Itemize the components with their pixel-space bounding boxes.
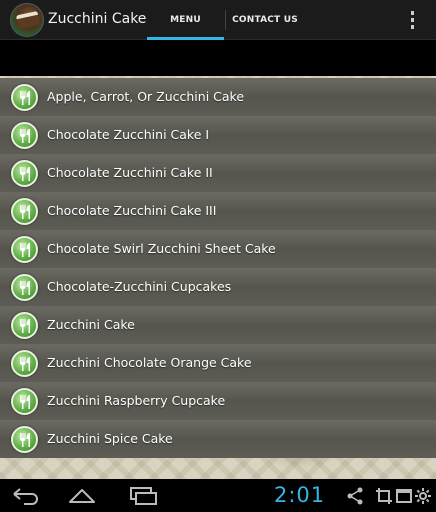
list-item[interactable]: Zucchini Cake: [0, 306, 436, 344]
list-item-label: Zucchini Cake: [47, 317, 135, 332]
list-item[interactable]: Chocolate Zucchini Cake II: [0, 154, 436, 192]
app-title: Zucchini Cake: [48, 11, 147, 27]
list-item[interactable]: Chocolate Zucchini Cake I: [0, 116, 436, 154]
tab-menu-label: MENU: [170, 15, 201, 25]
list-item[interactable]: Zucchini Spice Cake: [0, 420, 436, 458]
tab-contact-us[interactable]: CONTACT US: [226, 0, 304, 40]
overflow-menu-icon[interactable]: [404, 10, 420, 30]
fork-knife-icon: [11, 350, 38, 377]
recent-apps-icon[interactable]: [128, 486, 158, 506]
list-item[interactable]: Chocolate Swirl Zucchini Sheet Cake: [0, 230, 436, 268]
share-icon[interactable]: [346, 487, 364, 505]
status-clock: 2:01: [274, 483, 326, 507]
list-item[interactable]: Zucchini Raspberry Cupcake: [0, 382, 436, 420]
fork-knife-icon: [11, 426, 38, 453]
fork-knife-icon: [11, 274, 38, 301]
home-icon[interactable]: [67, 486, 97, 506]
window-icon[interactable]: [395, 487, 413, 505]
list-item-label: Zucchini Spice Cake: [47, 431, 173, 446]
tab-contact-us-label: CONTACT US: [232, 15, 298, 25]
action-bar: Zucchini Cake MENU CONTACT US: [0, 0, 436, 40]
list-item-label: Chocolate Swirl Zucchini Sheet Cake: [47, 241, 276, 256]
settings-icon[interactable]: [414, 487, 432, 505]
fork-knife-icon: [11, 312, 38, 339]
fork-knife-icon: [11, 236, 38, 263]
list-item-label: Chocolate Zucchini Cake III: [47, 203, 217, 218]
list-item[interactable]: Apple, Carrot, Or Zucchini Cake: [0, 78, 436, 116]
list-item[interactable]: Chocolate Zucchini Cake III: [0, 192, 436, 230]
recipe-list[interactable]: Apple, Carrot, Or Zucchini Cake Chocolat…: [0, 40, 436, 479]
list-item-label: Zucchini Chocolate Orange Cake: [47, 355, 252, 370]
list-item-label: Chocolate Zucchini Cake I: [47, 127, 210, 142]
back-icon[interactable]: [10, 486, 40, 506]
fork-knife-icon: [11, 84, 38, 111]
fork-knife-icon: [11, 122, 38, 149]
list-item[interactable]: Chocolate-Zucchini Cupcakes: [0, 268, 436, 306]
list-item[interactable]: Zucchini Chocolate Orange Cake: [0, 344, 436, 382]
list-item-label: Apple, Carrot, Or Zucchini Cake: [47, 89, 245, 104]
list-item-label: Chocolate Zucchini Cake II: [47, 165, 213, 180]
tab-menu[interactable]: MENU: [147, 0, 224, 40]
fork-knife-icon: [11, 160, 38, 187]
list-item-label: Zucchini Raspberry Cupcake: [47, 393, 226, 408]
list-header-band: [0, 40, 436, 76]
system-navigation-bar: 2:01: [0, 479, 436, 512]
list-item-label: Chocolate-Zucchini Cupcakes: [47, 279, 232, 294]
screenshot-icon[interactable]: [375, 487, 393, 505]
fork-knife-icon: [11, 388, 38, 415]
cake-icon[interactable]: [10, 3, 44, 37]
fork-knife-icon: [11, 198, 38, 225]
